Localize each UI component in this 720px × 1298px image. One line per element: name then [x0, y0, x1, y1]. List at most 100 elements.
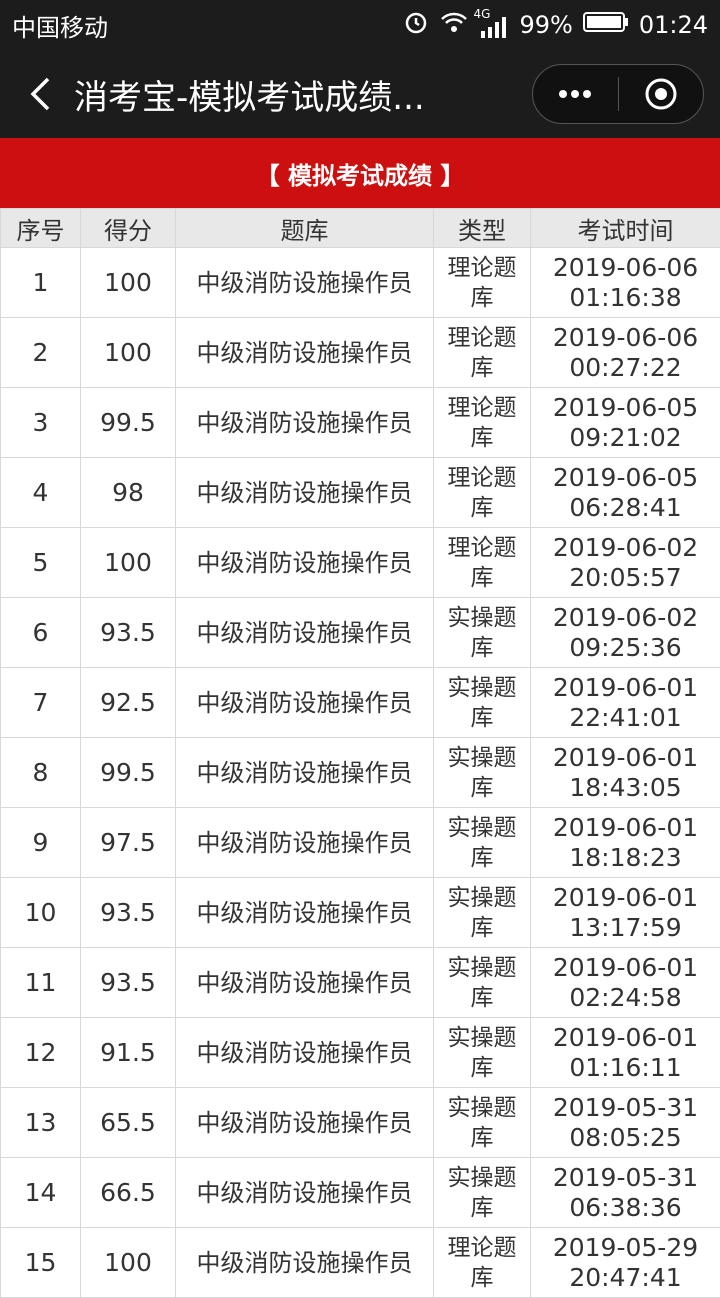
carrier-label: 中国移动 — [12, 8, 108, 43]
table-row: 1365.5中级消防设施操作员实操题库2019-05-3108:05:25 — [1, 1088, 720, 1158]
more-icon — [555, 89, 595, 99]
header-score: 得分 — [81, 209, 176, 248]
row-bank: 中级消防设施操作员 — [176, 458, 434, 528]
row-score: 97.5 — [81, 808, 176, 878]
row-score: 93.5 — [81, 878, 176, 948]
row-exam-time: 2019-06-0601:16:38 — [531, 248, 720, 318]
row-type: 实操题库 — [434, 598, 531, 668]
results-table: 序号 得分 题库 类型 考试时间 1100中级消防设施操作员理论题库2019-0… — [0, 208, 720, 1298]
signal-icon: 4G — [479, 11, 509, 39]
row-exam-date: 2019-06-01 — [531, 1023, 720, 1053]
back-icon[interactable] — [20, 74, 60, 114]
row-score: 98 — [81, 458, 176, 528]
row-bank: 中级消防设施操作员 — [176, 598, 434, 668]
row-type: 实操题库 — [434, 1158, 531, 1228]
row-exam-clock: 06:38:36 — [531, 1193, 720, 1223]
row-exam-time: 2019-05-3108:05:25 — [531, 1088, 720, 1158]
row-score: 100 — [81, 318, 176, 388]
close-mini-program-button[interactable] — [619, 65, 704, 123]
row-score: 93.5 — [81, 598, 176, 668]
row-exam-time: 2019-06-0118:43:05 — [531, 738, 720, 808]
wifi-icon — [439, 10, 469, 40]
row-exam-time: 2019-05-3106:38:36 — [531, 1158, 720, 1228]
row-no: 1 — [1, 248, 81, 318]
row-exam-time: 2019-06-0220:05:57 — [531, 528, 720, 598]
row-exam-date: 2019-06-06 — [531, 253, 720, 283]
row-type: 实操题库 — [434, 1018, 531, 1088]
page-title: 消考宝-模拟考试成绩... — [74, 70, 425, 119]
row-bank: 中级消防设施操作员 — [176, 668, 434, 738]
row-exam-time: 2019-06-0509:21:02 — [531, 388, 720, 458]
clock: 01:24 — [639, 11, 708, 39]
results-banner: 【 模拟考试成绩 】 — [0, 138, 720, 208]
row-no: 8 — [1, 738, 81, 808]
row-no: 2 — [1, 318, 81, 388]
table-row: 693.5中级消防设施操作员实操题库2019-06-0209:25:36 — [1, 598, 720, 668]
row-type: 理论题库 — [434, 528, 531, 598]
row-score: 65.5 — [81, 1088, 176, 1158]
row-type: 理论题库 — [434, 248, 531, 318]
row-no: 13 — [1, 1088, 81, 1158]
row-exam-clock: 18:18:23 — [531, 843, 720, 873]
row-exam-time: 2019-06-0113:17:59 — [531, 878, 720, 948]
table-row: 1100中级消防设施操作员理论题库2019-06-0601:16:38 — [1, 248, 720, 318]
table-row: 15100中级消防设施操作员理论题库2019-05-2920:47:41 — [1, 1228, 720, 1298]
row-exam-clock: 01:16:38 — [531, 283, 720, 313]
row-exam-date: 2019-06-02 — [531, 533, 720, 563]
row-score: 99.5 — [81, 738, 176, 808]
nav-bar: 消考宝-模拟考试成绩... — [0, 50, 720, 138]
row-exam-clock: 00:27:22 — [531, 353, 720, 383]
row-no: 10 — [1, 878, 81, 948]
network-type-label: 4G — [473, 7, 490, 21]
row-exam-date: 2019-05-29 — [531, 1233, 720, 1263]
row-exam-clock: 09:25:36 — [531, 633, 720, 663]
table-row: 1093.5中级消防设施操作员实操题库2019-06-0113:17:59 — [1, 878, 720, 948]
row-score: 93.5 — [81, 948, 176, 1018]
row-exam-time: 2019-06-0102:24:58 — [531, 948, 720, 1018]
header-type: 类型 — [434, 209, 531, 248]
row-bank: 中级消防设施操作员 — [176, 878, 434, 948]
row-score: 99.5 — [81, 388, 176, 458]
row-bank: 中级消防设施操作员 — [176, 388, 434, 458]
table-row: 498中级消防设施操作员理论题库2019-06-0506:28:41 — [1, 458, 720, 528]
row-type: 实操题库 — [434, 1088, 531, 1158]
status-icons: 4G 99% 01:24 — [403, 9, 708, 41]
row-no: 9 — [1, 808, 81, 878]
table-row: 1193.5中级消防设施操作员实操题库2019-06-0102:24:58 — [1, 948, 720, 1018]
header-no: 序号 — [1, 209, 81, 248]
row-type: 实操题库 — [434, 668, 531, 738]
row-score: 92.5 — [81, 668, 176, 738]
row-no: 3 — [1, 388, 81, 458]
row-type: 理论题库 — [434, 388, 531, 458]
alarm-icon — [403, 9, 429, 41]
row-no: 12 — [1, 1018, 81, 1088]
header-bank: 题库 — [176, 209, 434, 248]
row-exam-clock: 13:17:59 — [531, 913, 720, 943]
row-bank: 中级消防设施操作员 — [176, 948, 434, 1018]
row-bank: 中级消防设施操作员 — [176, 528, 434, 598]
row-type: 理论题库 — [434, 458, 531, 528]
table-row: 1466.5中级消防设施操作员实操题库2019-05-3106:38:36 — [1, 1158, 720, 1228]
row-exam-clock: 09:21:02 — [531, 423, 720, 453]
row-exam-date: 2019-06-05 — [531, 463, 720, 493]
row-no: 14 — [1, 1158, 81, 1228]
table-row: 5100中级消防设施操作员理论题库2019-06-0220:05:57 — [1, 528, 720, 598]
row-exam-time: 2019-06-0101:16:11 — [531, 1018, 720, 1088]
row-exam-date: 2019-06-06 — [531, 323, 720, 353]
more-menu-button[interactable] — [533, 65, 618, 123]
row-exam-time: 2019-06-0209:25:36 — [531, 598, 720, 668]
row-exam-clock: 01:16:11 — [531, 1053, 720, 1083]
row-bank: 中级消防设施操作员 — [176, 1088, 434, 1158]
row-exam-time: 2019-05-2920:47:41 — [531, 1228, 720, 1298]
row-exam-time: 2019-06-0600:27:22 — [531, 318, 720, 388]
battery-icon — [583, 10, 629, 40]
row-exam-date: 2019-05-31 — [531, 1093, 720, 1123]
row-exam-date: 2019-06-01 — [531, 953, 720, 983]
row-exam-time: 2019-06-0506:28:41 — [531, 458, 720, 528]
row-exam-date: 2019-05-31 — [531, 1163, 720, 1193]
row-score: 100 — [81, 248, 176, 318]
row-score: 66.5 — [81, 1158, 176, 1228]
row-type: 实操题库 — [434, 738, 531, 808]
row-exam-date: 2019-06-01 — [531, 673, 720, 703]
row-no: 7 — [1, 668, 81, 738]
